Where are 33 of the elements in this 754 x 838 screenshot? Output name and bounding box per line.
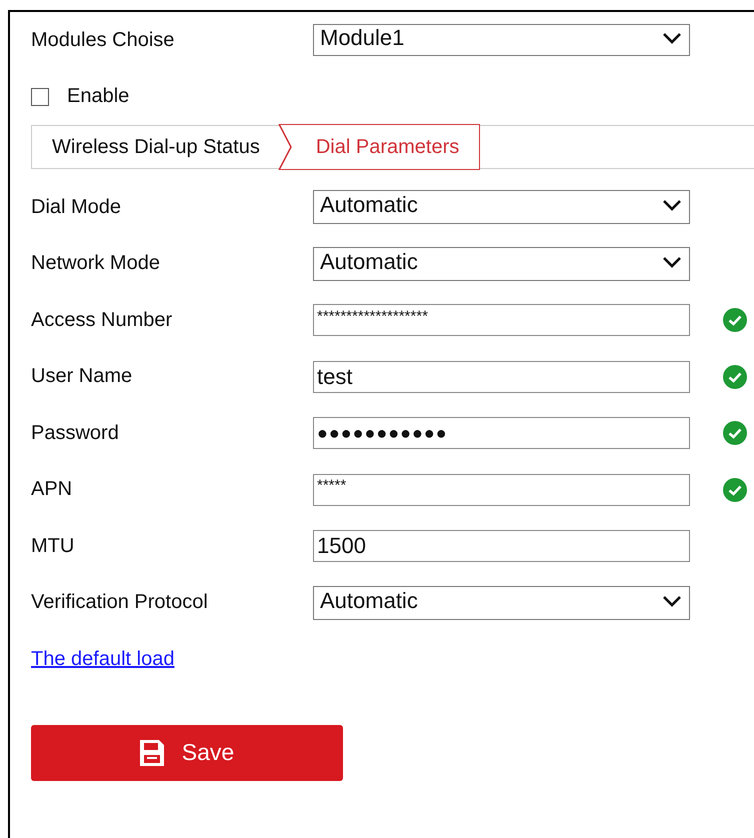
field-label: APN bbox=[31, 478, 74, 502]
check-icon bbox=[723, 308, 747, 332]
password-field[interactable]: ●●●●●●●●●●● bbox=[313, 417, 690, 450]
dropdown[interactable]: Automatic bbox=[313, 190, 690, 224]
input-field[interactable]: ******************* bbox=[313, 304, 690, 336]
field-label: Verification Protocol bbox=[31, 591, 209, 614]
dropdown[interactable]: Automatic bbox=[313, 246, 690, 281]
field-label: User Name bbox=[31, 365, 134, 388]
save-button[interactable]: Save bbox=[31, 724, 343, 780]
field-label: MTU bbox=[31, 534, 76, 558]
dropdown[interactable]: Automatic bbox=[313, 586, 690, 620]
checkbox-label: Enable bbox=[67, 85, 130, 108]
default-load-link[interactable]: The default load bbox=[31, 648, 174, 671]
field-label: Modules Choise bbox=[31, 28, 176, 52]
input-field[interactable]: test bbox=[313, 360, 690, 393]
check-icon bbox=[723, 421, 747, 446]
field-label: Access Number bbox=[31, 308, 174, 332]
chevron-down-icon bbox=[661, 198, 683, 212]
chevron-down-icon bbox=[661, 594, 683, 608]
check-icon bbox=[723, 364, 747, 389]
input-field[interactable]: 1500 bbox=[313, 530, 690, 562]
check-icon bbox=[723, 478, 747, 502]
chevron-down-icon bbox=[661, 254, 683, 269]
field-label: Password bbox=[31, 422, 120, 445]
module-select[interactable]: Module1 bbox=[313, 24, 690, 56]
save-icon bbox=[140, 740, 164, 766]
enable-checkbox[interactable] bbox=[31, 88, 49, 106]
tab-chevron-icon bbox=[278, 124, 294, 170]
input-field[interactable]: ***** bbox=[313, 474, 690, 506]
tab[interactable]: Dial Parameters bbox=[280, 124, 480, 170]
field-label: Network Mode bbox=[31, 252, 161, 276]
field-label: Dial Mode bbox=[31, 196, 122, 219]
chevron-down-icon bbox=[661, 31, 683, 46]
